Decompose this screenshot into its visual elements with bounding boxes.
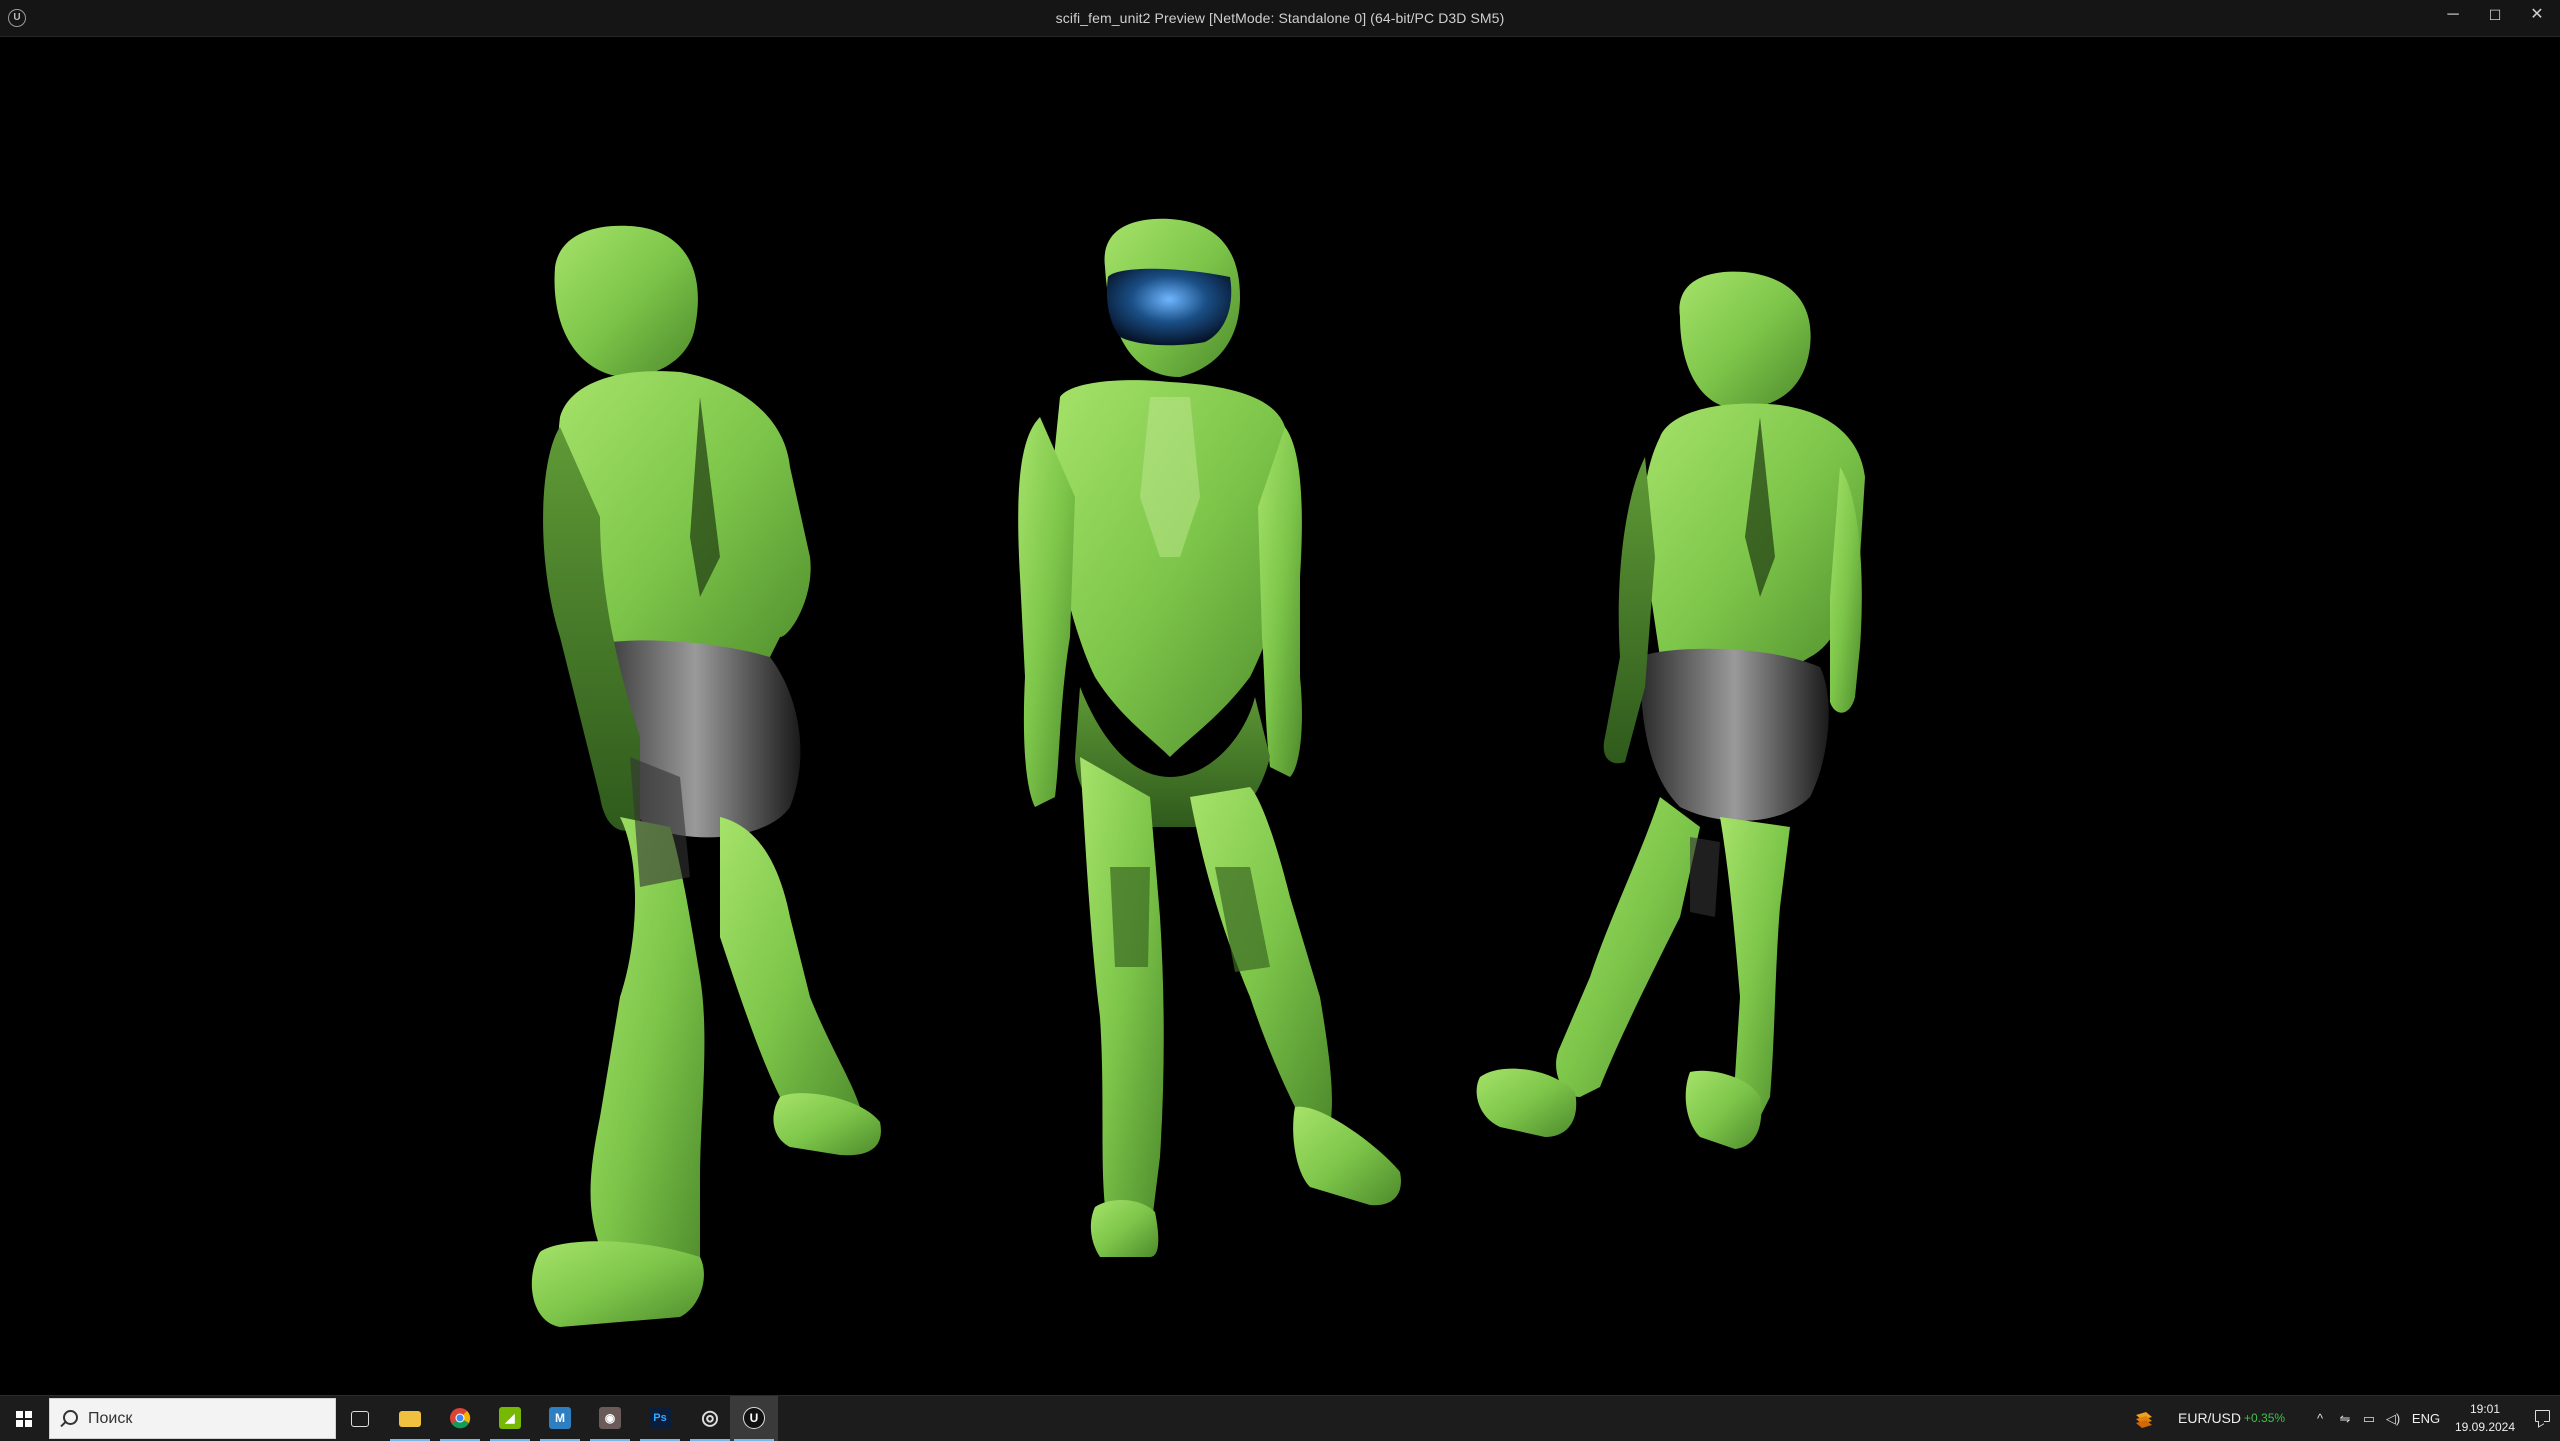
- search-icon: [63, 1410, 78, 1425]
- currency-change-label: +0.35%: [2244, 1411, 2286, 1425]
- unreal-engine-icon: U: [743, 1407, 765, 1429]
- m-app-icon: M: [549, 1407, 571, 1429]
- clock-time: 19:01: [2469, 1402, 2501, 1416]
- input-language[interactable]: ENG: [2406, 1396, 2446, 1441]
- currency-icon: [2136, 1412, 2152, 1428]
- folder-icon: [399, 1411, 421, 1427]
- figure-right: [1476, 271, 1865, 1149]
- usb-icon[interactable]: ⇋: [2334, 1396, 2356, 1441]
- show-hidden-icons-chevron-icon[interactable]: ^: [2310, 1396, 2330, 1441]
- taskbar: ◢ M ◉ Ps ◎ U EUR/USD +0.35% ^ ⇋ ▭ ◁) ENG…: [0, 1395, 2560, 1441]
- windows-logo-icon: [16, 1411, 32, 1427]
- character-preview-scene: [531, 218, 1865, 1327]
- start-button[interactable]: [0, 1396, 48, 1441]
- clock[interactable]: 19:01 19.09.2024: [2446, 1396, 2524, 1441]
- task-view-icon: [351, 1411, 369, 1427]
- taskbar-app-unreal[interactable]: U: [730, 1396, 778, 1441]
- window-title-bar[interactable]: U scifi_fem_unit2 Preview [NetMode: Stan…: [0, 0, 2560, 37]
- photoshop-icon: Ps: [649, 1407, 671, 1429]
- figure-center: [1018, 218, 1401, 1257]
- system-tray: EUR/USD +0.35% ^ ⇋ ▭ ◁) ENG 19:01 19.09.…: [2120, 1396, 2560, 1441]
- figure-left: [531, 225, 881, 1327]
- taskbar-app-nvidia[interactable]: ◢: [486, 1396, 534, 1441]
- taskbar-app-photoshop[interactable]: Ps: [636, 1396, 684, 1441]
- taskbar-app-file-explorer[interactable]: [386, 1396, 434, 1441]
- nvidia-icon: ◢: [499, 1407, 521, 1429]
- currency-widget[interactable]: EUR/USD +0.35%: [2134, 1396, 2286, 1441]
- search-input[interactable]: [88, 1399, 328, 1438]
- notification-icon: [2535, 1410, 2550, 1422]
- game-launcher-icon: ◎: [701, 1407, 719, 1429]
- minimize-button[interactable]: ─: [2432, 0, 2474, 32]
- window-title: scifi_fem_unit2 Preview [NetMode: Standa…: [1055, 10, 1505, 26]
- game-viewport[interactable]: [0, 37, 2560, 1395]
- close-button[interactable]: ✕: [2516, 0, 2558, 32]
- task-view-button[interactable]: [336, 1396, 384, 1441]
- taskbar-app-launcher[interactable]: ◎: [686, 1396, 734, 1441]
- taskbar-app-media[interactable]: ◉: [586, 1396, 634, 1441]
- taskbar-app-m[interactable]: M: [536, 1396, 584, 1441]
- chrome-icon: [450, 1408, 471, 1429]
- taskbar-search[interactable]: [49, 1398, 336, 1439]
- network-icon[interactable]: ▭: [2358, 1396, 2380, 1441]
- currency-pair-label: EUR/USD: [2178, 1410, 2242, 1426]
- maximize-button[interactable]: ☐: [2474, 0, 2516, 32]
- action-center-button[interactable]: [2526, 1396, 2560, 1441]
- volume-icon[interactable]: ◁): [2382, 1396, 2404, 1441]
- clock-date: 19.09.2024: [2454, 1420, 2516, 1434]
- media-icon: ◉: [599, 1407, 621, 1429]
- taskbar-app-chrome[interactable]: [436, 1396, 484, 1441]
